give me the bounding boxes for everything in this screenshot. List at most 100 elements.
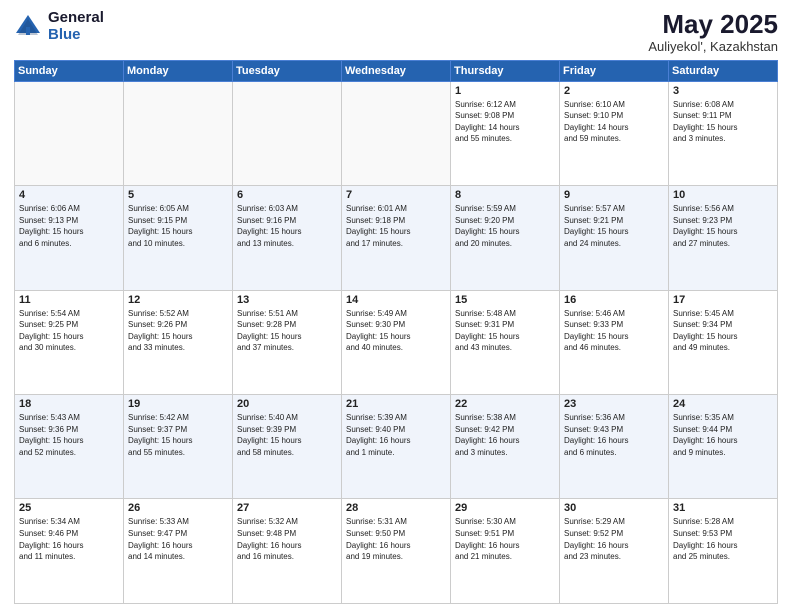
table-row: 14 Sunrise: 5:49 AM Sunset: 9:30 PM Dayli… [342, 290, 451, 394]
table-row: 30 Sunrise: 5:29 AM Sunset: 9:52 PM Dayli… [560, 499, 669, 604]
header: General Blue May 2025 Auliyekol', Kazakh… [14, 10, 778, 54]
table-row: 19 Sunrise: 5:42 AM Sunset: 9:37 PM Dayli… [124, 395, 233, 499]
day-number: 27 [237, 502, 337, 514]
logo-icon [14, 13, 42, 41]
header-thursday: Thursday [451, 60, 560, 81]
location: Auliyekol', Kazakhstan [648, 39, 778, 54]
month-year: May 2025 [648, 10, 778, 39]
day-info: Sunrise: 6:10 AM Sunset: 9:10 PM Dayligh… [564, 99, 664, 145]
day-info: Sunrise: 5:39 AM Sunset: 9:40 PM Dayligh… [346, 412, 446, 458]
logo-blue-text: Blue [48, 27, 104, 44]
day-info: Sunrise: 5:29 AM Sunset: 9:52 PM Dayligh… [564, 516, 664, 562]
day-number: 26 [128, 502, 228, 514]
day-info: Sunrise: 5:30 AM Sunset: 9:51 PM Dayligh… [455, 516, 555, 562]
day-number: 23 [564, 398, 664, 410]
day-info: Sunrise: 5:54 AM Sunset: 9:25 PM Dayligh… [19, 308, 119, 354]
day-number: 6 [237, 189, 337, 201]
table-row: 11Sunrise: 5:54 AM Sunset: 9:25 PM Dayli… [15, 290, 124, 394]
table-row: 10 Sunrise: 5:56 AM Sunset: 9:23 PM Dayli… [669, 186, 778, 290]
table-row: 1Sunrise: 6:12 AM Sunset: 9:08 PM Daylig… [451, 81, 560, 185]
day-number: 10 [673, 189, 773, 201]
header-tuesday: Tuesday [233, 60, 342, 81]
day-number: 29 [455, 502, 555, 514]
calendar-week-row: 4 Sunrise: 6:06 AM Sunset: 9:13 PM Daylig… [15, 186, 778, 290]
day-number: 17 [673, 294, 773, 306]
day-number: 28 [346, 502, 446, 514]
table-row: 7 Sunrise: 6:01 AM Sunset: 9:18 PM Daylig… [342, 186, 451, 290]
day-info: Sunrise: 5:49 AM Sunset: 9:30 PM Dayligh… [346, 308, 446, 354]
weekday-header-row: Sunday Monday Tuesday Wednesday Thursday… [15, 60, 778, 81]
day-number: 20 [237, 398, 337, 410]
table-row: 29 Sunrise: 5:30 AM Sunset: 9:51 PM Dayli… [451, 499, 560, 604]
logo-general-text: General [48, 10, 104, 27]
table-row [124, 81, 233, 185]
day-info: Sunrise: 6:06 AM Sunset: 9:13 PM Dayligh… [19, 203, 119, 249]
day-info: Sunrise: 5:43 AM Sunset: 9:36 PM Dayligh… [19, 412, 119, 458]
day-number: 18 [19, 398, 119, 410]
calendar-table: Sunday Monday Tuesday Wednesday Thursday… [14, 60, 778, 604]
day-info: Sunrise: 5:51 AM Sunset: 9:28 PM Dayligh… [237, 308, 337, 354]
day-info: Sunrise: 6:12 AM Sunset: 9:08 PM Dayligh… [455, 99, 555, 145]
day-info: Sunrise: 5:56 AM Sunset: 9:23 PM Dayligh… [673, 203, 773, 249]
day-number: 3 [673, 85, 773, 97]
table-row: 12Sunrise: 5:52 AM Sunset: 9:26 PM Dayli… [124, 290, 233, 394]
title-block: May 2025 Auliyekol', Kazakhstan [648, 10, 778, 54]
table-row: 13 Sunrise: 5:51 AM Sunset: 9:28 PM Dayli… [233, 290, 342, 394]
calendar-week-row: 18 Sunrise: 5:43 AM Sunset: 9:36 PM Dayli… [15, 395, 778, 499]
day-number: 7 [346, 189, 446, 201]
day-info: Sunrise: 5:36 AM Sunset: 9:43 PM Dayligh… [564, 412, 664, 458]
table-row: 22Sunrise: 5:38 AM Sunset: 9:42 PM Dayli… [451, 395, 560, 499]
day-info: Sunrise: 5:33 AM Sunset: 9:47 PM Dayligh… [128, 516, 228, 562]
day-info: Sunrise: 5:32 AM Sunset: 9:48 PM Dayligh… [237, 516, 337, 562]
table-row: 18 Sunrise: 5:43 AM Sunset: 9:36 PM Dayli… [15, 395, 124, 499]
table-row: 15Sunrise: 5:48 AM Sunset: 9:31 PM Dayli… [451, 290, 560, 394]
table-row: 8Sunrise: 5:59 AM Sunset: 9:20 PM Daylig… [451, 186, 560, 290]
day-info: Sunrise: 5:28 AM Sunset: 9:53 PM Dayligh… [673, 516, 773, 562]
table-row: 25Sunrise: 5:34 AM Sunset: 9:46 PM Dayli… [15, 499, 124, 604]
day-info: Sunrise: 5:35 AM Sunset: 9:44 PM Dayligh… [673, 412, 773, 458]
day-info: Sunrise: 5:57 AM Sunset: 9:21 PM Dayligh… [564, 203, 664, 249]
table-row: 4 Sunrise: 6:06 AM Sunset: 9:13 PM Daylig… [15, 186, 124, 290]
day-info: Sunrise: 6:01 AM Sunset: 9:18 PM Dayligh… [346, 203, 446, 249]
header-sunday: Sunday [15, 60, 124, 81]
day-info: Sunrise: 5:40 AM Sunset: 9:39 PM Dayligh… [237, 412, 337, 458]
table-row: 24 Sunrise: 5:35 AM Sunset: 9:44 PM Dayli… [669, 395, 778, 499]
table-row: 5Sunrise: 6:05 AM Sunset: 9:15 PM Daylig… [124, 186, 233, 290]
day-number: 16 [564, 294, 664, 306]
table-row: 21 Sunrise: 5:39 AM Sunset: 9:40 PM Dayli… [342, 395, 451, 499]
day-info: Sunrise: 5:42 AM Sunset: 9:37 PM Dayligh… [128, 412, 228, 458]
day-number: 19 [128, 398, 228, 410]
logo-text: General Blue [48, 10, 104, 43]
table-row: 3 Sunrise: 6:08 AM Sunset: 9:11 PM Daylig… [669, 81, 778, 185]
day-info: Sunrise: 5:48 AM Sunset: 9:31 PM Dayligh… [455, 308, 555, 354]
day-info: Sunrise: 5:59 AM Sunset: 9:20 PM Dayligh… [455, 203, 555, 249]
table-row: 20 Sunrise: 5:40 AM Sunset: 9:39 PM Dayli… [233, 395, 342, 499]
day-number: 24 [673, 398, 773, 410]
day-info: Sunrise: 6:08 AM Sunset: 9:11 PM Dayligh… [673, 99, 773, 145]
logo: General Blue [14, 10, 104, 43]
header-friday: Friday [560, 60, 669, 81]
day-info: Sunrise: 5:46 AM Sunset: 9:33 PM Dayligh… [564, 308, 664, 354]
page: General Blue May 2025 Auliyekol', Kazakh… [0, 0, 792, 612]
day-number: 14 [346, 294, 446, 306]
day-number: 21 [346, 398, 446, 410]
day-number: 4 [19, 189, 119, 201]
day-number: 12 [128, 294, 228, 306]
day-info: Sunrise: 5:45 AM Sunset: 9:34 PM Dayligh… [673, 308, 773, 354]
day-number: 13 [237, 294, 337, 306]
header-wednesday: Wednesday [342, 60, 451, 81]
table-row: 23 Sunrise: 5:36 AM Sunset: 9:43 PM Dayli… [560, 395, 669, 499]
calendar-week-row: 1Sunrise: 6:12 AM Sunset: 9:08 PM Daylig… [15, 81, 778, 185]
table-row: 26 Sunrise: 5:33 AM Sunset: 9:47 PM Dayli… [124, 499, 233, 604]
table-row: 2Sunrise: 6:10 AM Sunset: 9:10 PM Daylig… [560, 81, 669, 185]
day-info: Sunrise: 6:03 AM Sunset: 9:16 PM Dayligh… [237, 203, 337, 249]
table-row: 28Sunrise: 5:31 AM Sunset: 9:50 PM Dayli… [342, 499, 451, 604]
header-saturday: Saturday [669, 60, 778, 81]
day-number: 30 [564, 502, 664, 514]
day-number: 22 [455, 398, 555, 410]
day-number: 25 [19, 502, 119, 514]
header-monday: Monday [124, 60, 233, 81]
table-row [233, 81, 342, 185]
table-row: 17 Sunrise: 5:45 AM Sunset: 9:34 PM Dayli… [669, 290, 778, 394]
day-number: 31 [673, 502, 773, 514]
